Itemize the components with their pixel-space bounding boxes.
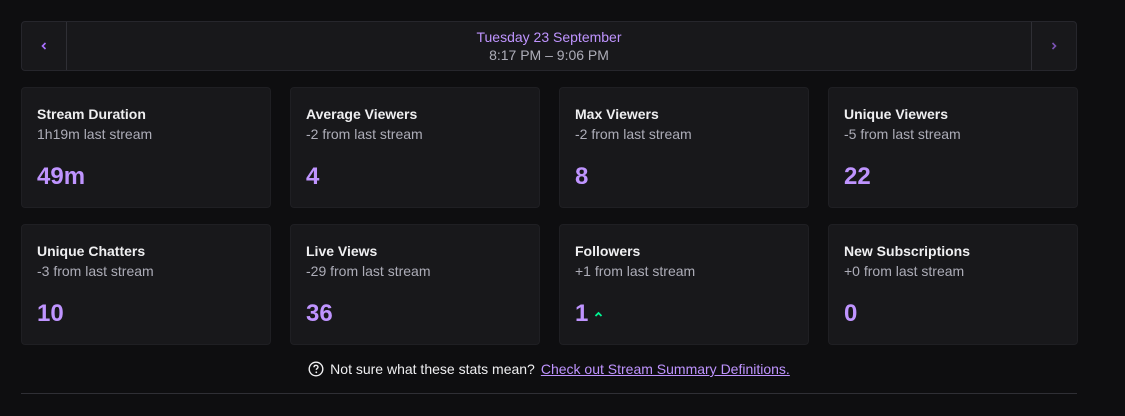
date-navigator: Tuesday 23 September 8:17 PM – 9:06 PM: [21, 21, 1077, 71]
stat-value: 8: [575, 163, 589, 190]
stat-value-row: 36: [306, 300, 524, 328]
stat-value-row: 1: [575, 300, 793, 328]
stat-value-row: 4: [306, 163, 524, 191]
stream-summary-definitions-link[interactable]: Check out Stream Summary Definitions.: [541, 361, 790, 377]
stat-comparison: +0 from last stream: [844, 263, 965, 279]
question-circle-icon: [308, 361, 324, 377]
up-arrow-icon: [595, 311, 603, 317]
stat-comparison: -3 from last stream: [37, 263, 154, 279]
stat-comparison: +1 from last stream: [575, 263, 696, 279]
stat-value: 49m: [37, 163, 86, 190]
stat-title: Live Views: [306, 243, 378, 259]
stat-value: 0: [844, 300, 858, 327]
stat-card-average-viewers: Average Viewers -2 from last stream 4: [290, 87, 540, 208]
divider: [21, 393, 1077, 394]
stream-date-range: Tuesday 23 September 8:17 PM – 9:06 PM: [67, 22, 1031, 70]
stream-date: Tuesday 23 September: [476, 29, 622, 45]
chevron-right-icon: [1051, 42, 1057, 50]
stat-title: Max Viewers: [575, 106, 659, 122]
stat-comparison: -5 from last stream: [844, 126, 961, 142]
stat-title: Followers: [575, 243, 641, 259]
next-stream-button[interactable]: [1031, 22, 1076, 70]
stat-card-stream-duration: Stream Duration 1h19m last stream 49m: [21, 87, 271, 208]
stat-value: 4: [306, 163, 320, 190]
stat-value-row: 22: [844, 163, 1062, 191]
stat-card-followers: Followers +1 from last stream 1: [559, 224, 809, 345]
chevron-left-icon: [41, 42, 47, 50]
stat-comparison: -29 from last stream: [306, 263, 431, 279]
stat-comparison: 1h19m last stream: [37, 126, 153, 142]
stat-card-unique-viewers: Unique Viewers -5 from last stream 22: [828, 87, 1078, 208]
stat-value-row: 8: [575, 163, 793, 191]
stat-card-max-viewers: Max Viewers -2 from last stream 8: [559, 87, 809, 208]
stat-card-live-views: Live Views -29 from last stream 36: [290, 224, 540, 345]
stat-value: 22: [844, 163, 871, 190]
stat-value-row: 49m: [37, 163, 255, 191]
previous-stream-button[interactable]: [22, 22, 67, 70]
stat-value-row: 10: [37, 300, 255, 328]
stat-value: 36: [306, 300, 333, 327]
stat-title: Stream Duration: [37, 106, 146, 122]
stat-title: Average Viewers: [306, 106, 418, 122]
help-text: Not sure what these stats mean?: [330, 361, 535, 377]
stat-comparison: -2 from last stream: [306, 126, 423, 142]
stat-value: 1: [575, 300, 589, 327]
stat-card-new-subscriptions: New Subscriptions +0 from last stream 0: [828, 224, 1078, 345]
stat-value: 10: [37, 300, 64, 327]
stat-comparison: -2 from last stream: [575, 126, 692, 142]
stream-time-range: 8:17 PM – 9:06 PM: [489, 47, 609, 63]
help-line: Not sure what these stats mean? Check ou…: [21, 361, 1077, 377]
stat-title: New Subscriptions: [844, 243, 971, 259]
stream-summary: Tuesday 23 September 8:17 PM – 9:06 PM S…: [21, 21, 1078, 394]
stat-value-row: 0: [844, 300, 1062, 328]
stats-grid: Stream Duration 1h19m last stream 49m Av…: [21, 87, 1078, 345]
stat-title: Unique Viewers: [844, 106, 949, 122]
stat-title: Unique Chatters: [37, 243, 146, 259]
stat-card-unique-chatters: Unique Chatters -3 from last stream 10: [21, 224, 271, 345]
